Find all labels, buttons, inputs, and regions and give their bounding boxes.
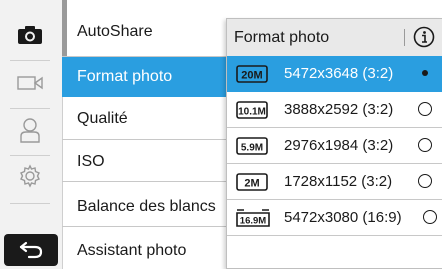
popup-title: Format photo xyxy=(234,29,330,46)
back-arrow-icon xyxy=(19,241,43,259)
radio-selected[interactable] xyxy=(418,66,432,80)
size-5-9m-icon: 5.9M xyxy=(236,137,268,155)
format-option-10m[interactable]: 10.1M 3888x2592 (3:2) xyxy=(227,92,442,128)
radio-button[interactable] xyxy=(418,138,432,152)
rail-divider xyxy=(10,155,50,156)
badge-text: 10.1M xyxy=(238,107,266,118)
tab-camera[interactable] xyxy=(6,22,54,48)
menu-item-label: AutoShare xyxy=(77,23,153,40)
resolution-text: 3888x2592 (3:2) xyxy=(284,101,394,118)
resolution-text: 5472x3080 (16:9) xyxy=(284,209,402,226)
menu-item-label: ISO xyxy=(77,153,105,170)
radio-button[interactable] xyxy=(423,210,437,224)
rail-divider xyxy=(10,60,50,61)
radio-dot xyxy=(422,70,428,76)
badge-text: 16.9M xyxy=(240,216,266,227)
badge-text: 5.9M xyxy=(241,143,263,154)
resolution-text: 2976x1984 (3:2) xyxy=(284,137,394,154)
video-icon xyxy=(17,76,43,90)
format-option-2m[interactable]: 2M 1728x1152 (3:2) xyxy=(227,164,442,200)
header-divider xyxy=(404,29,405,46)
settings-icon xyxy=(20,164,40,188)
radio-button[interactable] xyxy=(418,102,432,116)
scroll-indicator xyxy=(62,0,67,56)
popup-header: Format photo xyxy=(227,19,442,57)
badge-text: 2M xyxy=(244,178,259,190)
menu-item-label: Balance des blancs xyxy=(77,198,216,215)
tab-settings[interactable] xyxy=(6,160,54,192)
badge-text: 20M xyxy=(241,70,262,82)
back-button[interactable] xyxy=(4,234,58,266)
tab-video[interactable] xyxy=(6,70,54,96)
camera-icon xyxy=(18,26,42,44)
category-rail xyxy=(0,0,63,269)
resolution-text: 5472x3648 (3:2) xyxy=(284,65,394,82)
menu-item-label: Qualité xyxy=(77,110,128,127)
rail-divider xyxy=(10,203,50,204)
menu-item-label: Format photo xyxy=(77,68,173,85)
size-16-9m-wide-icon: 16.9M xyxy=(236,209,270,227)
size-20m-icon: 20M xyxy=(236,65,268,83)
info-icon[interactable] xyxy=(413,26,435,48)
tab-user[interactable] xyxy=(6,115,54,145)
format-option-5-9m[interactable]: 5.9M 2976x1984 (3:2) xyxy=(227,128,442,164)
menu-item-label: Assistant photo xyxy=(77,242,187,259)
format-photo-popup: Format photo 20M 5472x3648 (3:2) 10.1M 3… xyxy=(226,18,442,269)
radio-button[interactable] xyxy=(418,174,432,188)
rail-divider xyxy=(10,108,50,109)
size-2m-icon: 2M xyxy=(236,173,268,191)
resolution-text: 1728x1152 (3:2) xyxy=(284,173,393,190)
size-10m-icon: 10.1M xyxy=(236,101,268,119)
user-icon xyxy=(20,118,40,143)
format-option-20m[interactable]: 20M 5472x3648 (3:2) xyxy=(227,56,442,92)
format-option-16-9m[interactable]: 16.9M 5472x3080 (16:9) xyxy=(227,200,442,236)
